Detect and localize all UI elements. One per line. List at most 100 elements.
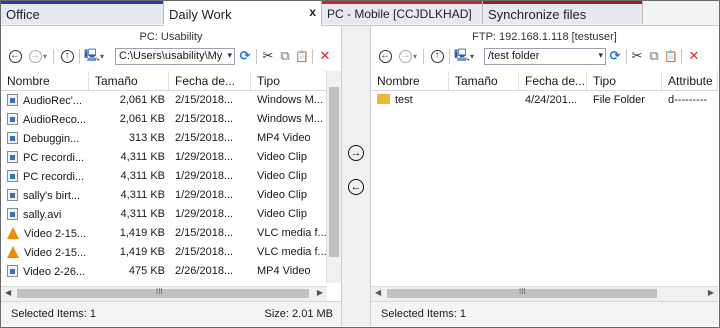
right-table-header: Nombre Tamaño Fecha de... Tipo Attribute: [371, 71, 718, 91]
table-row[interactable]: PC recordi... 4,311 KB 1/29/2018... Video C…: [1, 148, 327, 167]
divider: [423, 49, 424, 64]
cell-text: 475 KB: [128, 265, 165, 277]
chevron-down-icon[interactable]: ▾: [598, 50, 603, 61]
tab-pc-mobile[interactable]: PC - Mobile [CCJDLKHAD]: [322, 1, 483, 24]
table-row[interactable]: Video 2-26... 475 KB 2/26/2018... MP4 Video: [1, 262, 327, 281]
tab-synchronize-files[interactable]: Synchronize files: [483, 1, 643, 24]
copy-icon[interactable]: ⧉: [646, 48, 662, 64]
refresh-icon[interactable]: ⟳: [607, 48, 623, 64]
scroll-left-icon[interactable]: ◀: [375, 288, 381, 297]
cut-icon[interactable]: ✂: [260, 48, 276, 64]
table-row[interactable]: test 4/24/201... File Folder d---------: [371, 91, 718, 110]
cell-size: 4,311 KB: [89, 167, 169, 186]
copy-icon[interactable]: ⧉: [277, 48, 293, 64]
up-button[interactable]: ↑: [59, 48, 75, 64]
cell-text: Video Clip: [257, 151, 307, 163]
transfer-right-button[interactable]: →: [348, 145, 364, 161]
column-header-date[interactable]: Fecha de...: [169, 71, 251, 90]
right-toolbar: ← → ▾ ↑ 🖳 ▾ /test folder ▾ ⟳ ✂ ⧉ 📋 ✕: [371, 45, 718, 69]
divider: [53, 49, 54, 64]
cell-text: Video Clip: [257, 208, 307, 220]
cell-date: 4/24/201...: [519, 91, 587, 110]
column-header-size[interactable]: Tamaño: [89, 71, 169, 90]
close-tab-icon[interactable]: x: [309, 5, 316, 19]
column-header-name[interactable]: Nombre: [371, 71, 449, 90]
cell-text: 4,311 KB: [120, 208, 165, 220]
right-path-combobox[interactable]: /test folder ▾: [484, 48, 606, 65]
forward-button[interactable]: →: [397, 48, 413, 64]
tab-office[interactable]: Office: [1, 1, 164, 24]
tab-accent: [322, 1, 482, 4]
table-row[interactable]: sally's birt... 4,311 KB 1/29/2018... Video…: [1, 186, 327, 205]
column-header-size[interactable]: Tamaño: [449, 71, 519, 90]
tab-daily-work[interactable]: Daily Work x: [164, 1, 322, 26]
left-path-combobox[interactable]: C:\Users\usability\My ▾: [115, 48, 235, 65]
table-row[interactable]: sally.avi 4,311 KB 1/29/2018... Video Clip: [1, 205, 327, 224]
divider: [312, 49, 313, 64]
refresh-icon[interactable]: ⟳: [237, 48, 253, 64]
right-pane-title: FTP: 192.168.1.118 [testuser]: [472, 31, 617, 43]
right-horizontal-scrollbar[interactable]: ◀ III ▶: [371, 286, 718, 301]
column-header-date[interactable]: Fecha de...: [519, 71, 587, 90]
scroll-thumb[interactable]: [329, 87, 339, 257]
forward-dropdown-icon[interactable]: ▾: [43, 52, 47, 61]
cell-size: [449, 91, 519, 110]
cell-type: Windows M...: [251, 110, 327, 129]
table-row[interactable]: Debuggin... 313 KB 2/15/2018... MP4 Video: [1, 129, 327, 148]
cell-size: 2,061 KB: [89, 110, 169, 129]
cut-icon[interactable]: ✂: [629, 48, 645, 64]
chevron-down-icon[interactable]: ▾: [227, 50, 232, 61]
right-path-value: /test folder: [488, 50, 540, 62]
column-header-name[interactable]: Nombre: [1, 71, 89, 90]
paste-icon[interactable]: 📋: [294, 48, 310, 64]
back-button[interactable]: ←: [377, 48, 393, 64]
table-row[interactable]: Video 2-15... 1,419 KB 2/15/2018... VLC med…: [1, 243, 327, 262]
back-button[interactable]: ←: [7, 48, 23, 64]
delete-icon[interactable]: ✕: [317, 48, 333, 64]
column-header-attribute[interactable]: Attribute: [662, 71, 718, 90]
paste-icon[interactable]: 📋: [663, 48, 679, 64]
scroll-left-icon[interactable]: ◀: [5, 288, 11, 297]
cell-text: 4/24/201...: [525, 94, 577, 106]
tab-label: Office: [6, 7, 40, 22]
divider: [449, 49, 450, 64]
forward-dropdown-icon[interactable]: ▾: [413, 52, 417, 61]
cell-text: 1,419 KB: [119, 227, 165, 239]
delete-icon[interactable]: ✕: [686, 48, 702, 64]
cell-size: 1,419 KB: [89, 243, 169, 262]
column-header-type[interactable]: Tipo: [251, 71, 327, 90]
transfer-left-button[interactable]: ←: [348, 179, 364, 195]
table-row[interactable]: PC recordi... 4,311 KB 1/29/2018... Video C…: [1, 167, 327, 186]
cell-date: 2/15/2018...: [169, 110, 251, 129]
location-dropdown-icon[interactable]: ▾: [470, 52, 474, 61]
left-table-header: Nombre Tamaño Fecha de... Tipo: [1, 71, 327, 91]
cell-name: PC recordi...: [1, 148, 89, 167]
media-file-icon: [7, 113, 18, 125]
left-vertical-scrollbar[interactable]: [326, 71, 341, 283]
scroll-right-icon[interactable]: ▶: [708, 288, 714, 297]
tab-label: Synchronize files: [488, 7, 587, 22]
column-header-type[interactable]: Tipo: [587, 71, 662, 90]
computer-icon[interactable]: 🖳: [84, 48, 100, 64]
location-dropdown-icon[interactable]: ▾: [100, 52, 104, 61]
scroll-right-icon[interactable]: ▶: [317, 288, 323, 297]
cell-type: MP4 Video: [251, 129, 327, 148]
cell-text: 1/29/2018...: [175, 151, 234, 163]
cell-text: Video 2-15...: [24, 247, 87, 259]
forward-icon: →: [398, 49, 412, 63]
cell-text: 1/29/2018...: [175, 189, 234, 201]
up-button[interactable]: ↑: [429, 48, 445, 64]
cell-text: 2/15/2018...: [175, 227, 234, 239]
tab-label: PC - Mobile [CCJDLKHAD]: [327, 7, 472, 21]
media-file-icon: [7, 170, 18, 182]
computer-icon[interactable]: 🖳: [454, 48, 470, 64]
table-row[interactable]: AudioReco... 2,061 KB 2/15/2018... Windows …: [1, 110, 327, 129]
table-row[interactable]: AudioRec'... 2,061 KB 2/15/2018... Windows …: [1, 91, 327, 110]
left-horizontal-scrollbar[interactable]: ◀ III ▶: [1, 286, 327, 301]
divider: [626, 49, 627, 64]
scroll-thumb[interactable]: [17, 289, 309, 298]
cell-text: 2/15/2018...: [175, 113, 234, 125]
left-path-value: C:\Users\usability\My: [119, 50, 223, 62]
forward-button[interactable]: →: [27, 48, 43, 64]
table-row[interactable]: Video 2-15... 1,419 KB 2/15/2018... VLC med…: [1, 224, 327, 243]
